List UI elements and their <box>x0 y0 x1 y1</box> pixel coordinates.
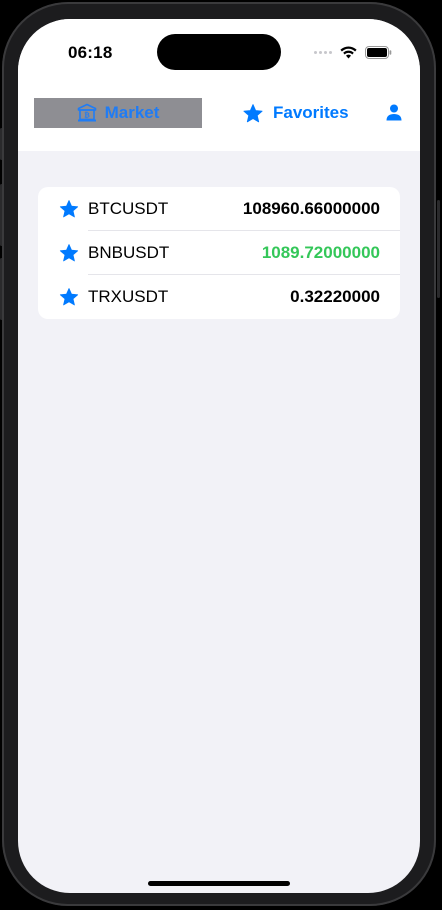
star-icon[interactable] <box>59 243 79 263</box>
status-icons <box>314 43 392 61</box>
tab-favorites[interactable]: Favorites <box>242 98 349 128</box>
svg-text:₿: ₿ <box>84 112 90 120</box>
ticker-price: 0.32220000 <box>290 287 380 306</box>
device-stage: 06:18 ₿ Market Favorites BTCUSDT 108960.… <box>0 0 442 910</box>
tab-market-label: Market <box>104 103 160 122</box>
star-icon <box>243 103 263 122</box>
profile-button[interactable] <box>384 103 404 123</box>
bank-building-icon: ₿ <box>77 103 96 122</box>
ticker-symbol: BTCUSDT <box>88 199 169 218</box>
ticker-row-bnbusdt[interactable]: BNBUSDT 1089.72000000 <box>38 231 400 275</box>
ticker-price: 1089.72000000 <box>261 243 380 262</box>
status-time: 06:18 <box>68 43 113 62</box>
battery-icon <box>365 45 392 59</box>
status-bar: 06:18 <box>18 19 420 79</box>
home-indicator[interactable] <box>148 881 290 886</box>
star-icon[interactable] <box>59 199 79 219</box>
cellular-signal-icon <box>314 50 332 54</box>
side-button-power <box>437 200 440 298</box>
star-icon[interactable] <box>59 287 79 307</box>
wifi-icon <box>340 46 357 58</box>
ticker-row-btcusdt[interactable]: BTCUSDT 108960.66000000 <box>38 187 400 231</box>
dynamic-island <box>157 34 281 70</box>
top-navigation: ₿ Market Favorites <box>18 79 420 151</box>
ticker-symbol: TRXUSDT <box>88 287 169 306</box>
ticker-row-trxusdt[interactable]: TRXUSDT 0.32220000 <box>38 275 400 319</box>
app-screen: 06:18 ₿ Market Favorites BTCUSDT 108960.… <box>18 19 420 893</box>
tab-favorites-label: Favorites <box>273 103 349 122</box>
tab-market[interactable]: ₿ Market <box>34 98 202 128</box>
ticker-symbol: BNBUSDT <box>88 243 170 262</box>
person-icon <box>386 104 402 121</box>
ticker-price: 108960.66000000 <box>242 199 380 218</box>
ticker-list: BTCUSDT 108960.66000000 BNBUSDT 1089.720… <box>38 187 400 319</box>
